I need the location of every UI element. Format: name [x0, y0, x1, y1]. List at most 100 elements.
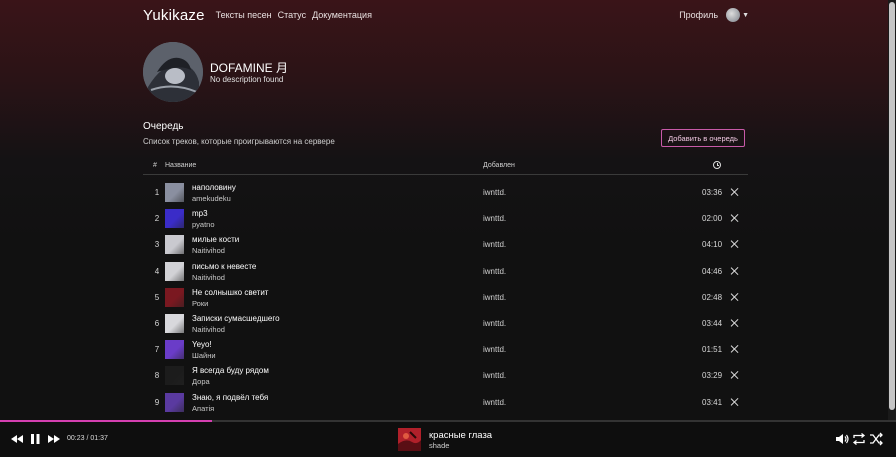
- track-added-by: iwnttd.: [483, 240, 507, 250]
- track-cover: [165, 261, 184, 281]
- track-added-by: iwnttd.: [483, 188, 507, 197]
- track-artist[interactable]: Роки: [192, 299, 208, 308]
- track-cover: [165, 235, 184, 255]
- table-row[interactable]: 6 Записки сумасшедшего Naitivihod iwnttd…: [143, 311, 748, 337]
- track-duration: 02:48: [702, 292, 723, 302]
- table-row[interactable]: 2 mp3 pyatno iwnttd. 02:00: [143, 206, 748, 232]
- track-title: Yeyo!: [192, 340, 212, 350]
- track-cover: [165, 314, 184, 333]
- close-icon[interactable]: [729, 212, 741, 224]
- track-number: 8: [154, 371, 160, 381]
- nav-status[interactable]: Статус: [278, 10, 306, 20]
- user-avatar[interactable]: [726, 8, 741, 22]
- column-header-number: #: [153, 162, 157, 169]
- shuffle-icon[interactable]: [869, 432, 883, 446]
- clock-icon: [713, 161, 721, 169]
- track-added-by: iwnttd.: [483, 345, 507, 355]
- nav-profile[interactable]: Профиль: [679, 10, 718, 20]
- table-row[interactable]: 8 Я всегда буду рядом Дора iwnttd. 03:29: [143, 363, 748, 389]
- nav-right: Профиль ▼: [679, 8, 749, 22]
- scrollbar-thumb[interactable]: [889, 2, 895, 410]
- table-row[interactable]: 9 Знаю, я подвёл тебя Апатія iwnttd. 03:…: [143, 390, 748, 416]
- track-cover: [165, 287, 184, 307]
- track-duration: 01:51: [702, 345, 723, 355]
- track-title: Записки сумасшедшего: [192, 314, 280, 323]
- track-title: наполовину: [192, 183, 236, 192]
- now-playing-title: красные глаза: [429, 430, 493, 441]
- nav-docs[interactable]: Документация: [312, 10, 372, 20]
- track-cover: [165, 340, 184, 360]
- close-icon[interactable]: [729, 343, 741, 355]
- track-number: 1: [154, 188, 160, 197]
- channel-description: No description found: [210, 75, 284, 84]
- pause-icon[interactable]: [28, 432, 42, 446]
- queue-subtitle: Список треков, которые проигрываются на …: [143, 137, 335, 146]
- track-duration: 04:10: [702, 240, 723, 250]
- track-added-by: iwnttd.: [483, 292, 507, 302]
- track-artist[interactable]: Naitivihod: [192, 325, 225, 334]
- track-duration: 03:41: [702, 397, 723, 407]
- track-cover: [165, 183, 184, 202]
- track-duration: 03:44: [702, 319, 723, 328]
- page-scrollbar[interactable]: [888, 0, 896, 420]
- close-icon[interactable]: [729, 265, 741, 277]
- chevron-down-icon[interactable]: ▼: [742, 12, 749, 19]
- repeat-icon[interactable]: [852, 432, 866, 446]
- next-track-icon[interactable]: [47, 432, 61, 446]
- queue-table-header: # Название Добавлен: [143, 160, 748, 175]
- track-cover: [165, 209, 184, 229]
- playback-time: 00:23 / 01:37: [67, 435, 108, 442]
- close-icon[interactable]: [729, 369, 741, 381]
- track-added-by: iwnttd.: [483, 371, 507, 381]
- close-icon[interactable]: [729, 291, 741, 303]
- table-row[interactable]: 5 Не солнышко светит Роки iwnttd. 02:48: [143, 285, 748, 311]
- column-header-added: Добавлен: [483, 162, 515, 169]
- track-artist[interactable]: Дора: [192, 377, 210, 386]
- nav-lyrics[interactable]: Тексты песен: [216, 10, 272, 20]
- track-artist[interactable]: amekudeku: [192, 194, 231, 203]
- channel-title: DOFAMINE 月: [210, 61, 289, 75]
- track-duration: 02:00: [702, 214, 723, 224]
- track-added-by: iwnttd.: [483, 319, 507, 328]
- track-title: Не солнышко светит: [192, 287, 269, 297]
- track-artist[interactable]: Апатія: [192, 404, 214, 413]
- track-number: 4: [154, 266, 160, 276]
- track-artist[interactable]: Naitivihod: [192, 273, 225, 282]
- track-title: Знаю, я подвёл тебя: [192, 392, 269, 402]
- track-added-by: iwnttd.: [483, 266, 507, 276]
- close-icon[interactable]: [729, 396, 741, 408]
- now-playing-cover: [398, 428, 421, 451]
- table-row[interactable]: 1 наполовину amekudeku iwnttd. 03:36: [143, 180, 748, 206]
- track-artist[interactable]: Naitivihod: [192, 246, 225, 255]
- brand-logo[interactable]: Yukikaze: [143, 7, 205, 24]
- previous-track-icon[interactable]: [10, 432, 24, 446]
- close-icon[interactable]: [729, 186, 741, 198]
- track-duration: 03:29: [702, 371, 723, 381]
- queue-title: Очередь: [143, 121, 184, 132]
- column-header-name: Название: [165, 162, 197, 169]
- add-to-queue-button[interactable]: Добавить в очередь: [661, 129, 745, 147]
- track-number: 9: [154, 397, 160, 407]
- track-artist[interactable]: pyatno: [192, 220, 215, 229]
- track-title: mp3: [192, 209, 208, 219]
- track-title: милые кости: [192, 235, 240, 245]
- track-added-by: iwnttd.: [483, 214, 507, 224]
- track-cover: [165, 366, 184, 386]
- track-title: Я всегда буду рядом: [192, 366, 269, 376]
- player-bar: 00:23 / 01:37 красные глаза shade: [0, 422, 896, 457]
- track-number: 6: [154, 319, 160, 328]
- close-icon[interactable]: [729, 238, 741, 250]
- track-number: 2: [154, 214, 160, 224]
- top-nav: Yukikaze Тексты песен Статус Документаци…: [143, 0, 749, 30]
- close-icon[interactable]: [729, 317, 741, 329]
- table-row[interactable]: 7 Yeyo! Шайни iwnttd. 01:51: [143, 337, 748, 363]
- column-header-duration: [713, 161, 721, 171]
- track-artist[interactable]: Шайни: [192, 351, 216, 360]
- volume-icon[interactable]: [835, 432, 849, 446]
- track-number: 5: [154, 292, 160, 302]
- track-cover: [165, 392, 184, 412]
- table-row[interactable]: 4 письмо к невесте Naitivihod iwnttd. 04…: [143, 259, 748, 285]
- track-title: письмо к невесте: [192, 261, 257, 271]
- table-row[interactable]: 3 милые кости Naitivihod iwnttd. 04:10: [143, 232, 748, 258]
- channel-avatar: [143, 42, 203, 102]
